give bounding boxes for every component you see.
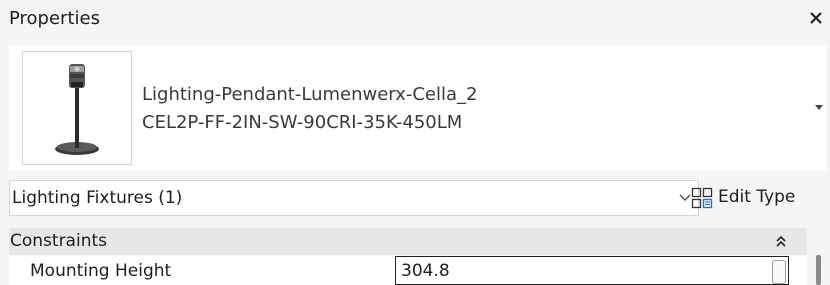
group-header-constraints[interactable]: Constraints [9,228,807,255]
instance-filter-dropdown[interactable]: Lighting Fixtures (1) [9,180,699,216]
scrollbar-thumb[interactable] [816,255,821,285]
param-browse-button[interactable] [772,260,786,284]
param-label: Mounting Height [30,261,172,281]
panel-title: Properties [9,8,100,29]
properties-title-bar: Properties [0,0,830,42]
filter-selected-value: Lighting Fixtures (1) [12,188,183,208]
param-row-mounting-height: Mounting Height 304.8 [9,256,807,285]
pendant-light-icon [55,64,99,155]
type-name: CEL2P-FF-2IN-SW-90CRI-35K-450LM [142,112,463,133]
param-value: 304.8 [401,261,450,281]
edit-type-label: Edit Type [718,187,796,207]
type-dropdown-arrow-icon[interactable] [812,97,826,117]
family-name: Lighting-Pendant-Lumenwerx-Cella_2 [142,84,478,105]
group-label: Constraints [10,231,107,251]
edit-type-button[interactable]: Edit Type [688,180,830,216]
collapse-icon[interactable] [775,233,787,249]
type-selector[interactable]: Lighting-Pendant-Lumenwerx-Cella_2 CEL2P… [9,45,826,171]
type-thumbnail [22,51,132,165]
param-value-field[interactable]: 304.8 [395,256,789,285]
edit-type-icon [691,187,713,209]
close-icon[interactable] [804,6,828,30]
